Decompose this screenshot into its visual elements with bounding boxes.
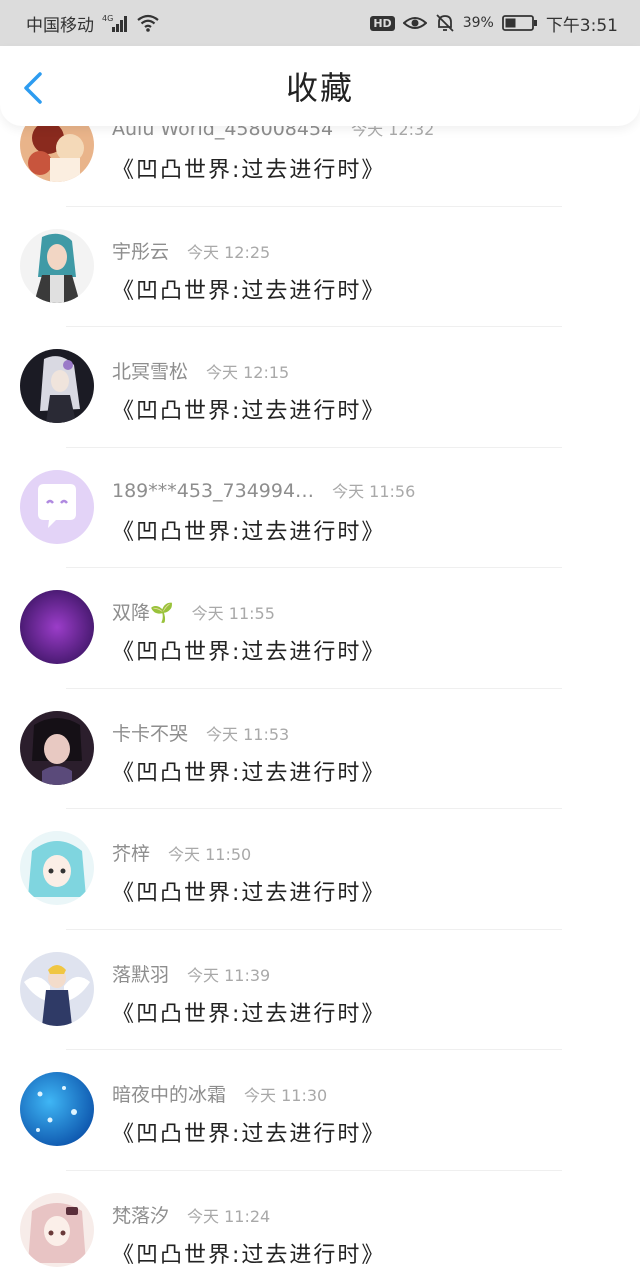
list-item[interactable]: 芥梓 今天 11:50 《凹凸世界:过去进行时》	[0, 809, 640, 930]
item-title: 《凹凸世界:过去进行时》	[112, 640, 386, 665]
avatar[interactable]	[20, 951, 94, 1026]
avatar[interactable]	[20, 831, 94, 905]
username: 卡卡不哭	[112, 722, 189, 745]
username: 梵落汐	[112, 1204, 170, 1227]
username: 双降🌱	[112, 602, 174, 624]
favorites-list[interactable]: Aulu World_458008454 今天 12:32 《凹凸世界:过去进行…	[0, 86, 640, 1280]
battery-percent: 39%	[462, 15, 494, 31]
avatar[interactable]	[20, 710, 94, 785]
avatar[interactable]	[20, 349, 94, 423]
timestamp: 今天 12:25	[187, 242, 271, 262]
item-title: 《凹凸世界:过去进行时》	[112, 881, 386, 906]
status-right: HD 39% 下午3:51	[370, 11, 618, 36]
username: 落默羽	[112, 963, 170, 986]
username: 芥梓	[112, 843, 151, 865]
avatar[interactable]	[20, 590, 94, 664]
item-meta: 双降🌱 今天 11:55	[112, 598, 275, 625]
list-item[interactable]: 宇彤云 今天 12:25 《凹凸世界:过去进行时》	[0, 207, 640, 327]
avatar[interactable]	[20, 228, 94, 303]
battery-icon	[501, 14, 538, 32]
avatar[interactable]	[20, 469, 94, 544]
list-item[interactable]: 梵落汐 今天 11:24 《凹凸世界:过去进行时》	[0, 1171, 640, 1280]
username: 北冥雪松	[112, 361, 189, 383]
item-meta: 梵落汐 今天 11:24	[112, 1201, 270, 1228]
item-title: 《凹凸世界:过去进行时》	[112, 1122, 386, 1147]
back-button[interactable]	[18, 70, 50, 106]
item-title: 《凹凸世界:过去进行时》	[112, 278, 386, 304]
avatar[interactable]	[20, 1192, 94, 1267]
item-meta: 卡卡不哭 今天 11:53	[112, 719, 289, 746]
bell-off-icon	[435, 13, 455, 33]
timestamp: 今天 11:50	[168, 845, 252, 864]
item-title: 《凹凸世界:过去进行时》	[112, 399, 386, 424]
item-meta: 落默羽 今天 11:39	[112, 960, 270, 987]
list-item[interactable]: 双降🌱 今天 11:55 《凹凸世界:过去进行时》	[0, 568, 640, 689]
item-title: 《凹凸世界:过去进行时》	[112, 760, 386, 786]
status-left: 中国移动 4G	[26, 11, 160, 36]
item-meta: 189***453_734994… 今天 11:56	[112, 478, 415, 502]
list-item[interactable]: 暗夜中的冰霜 今天 11:30 《凹凸世界:过去进行时》	[0, 1050, 640, 1171]
clock: 下午3:51	[545, 15, 618, 36]
username: 暗夜中的冰霜	[112, 1084, 227, 1106]
page-title: 收藏	[285, 69, 354, 107]
username: 宇彤云	[112, 240, 170, 263]
status-bar: 中国移动 4G HD 39% 下午3:51	[0, 0, 640, 46]
chevron-left-icon	[24, 72, 42, 104]
eye-icon	[402, 14, 427, 32]
username: 189***453_734994…	[112, 479, 315, 502]
timestamp: 今天 11:53	[206, 724, 290, 744]
list-item[interactable]: 189***453_734994… 今天 11:56 《凹凸世界:过去进行时》	[0, 448, 640, 568]
item-meta: 宇彤云 今天 12:25	[112, 237, 270, 264]
item-title: 《凹凸世界:过去进行时》	[112, 1242, 386, 1268]
timestamp: 今天 11:24	[187, 1206, 271, 1226]
list-item[interactable]: 卡卡不哭 今天 11:53 《凹凸世界:过去进行时》	[0, 689, 640, 809]
timestamp: 今天 11:30	[244, 1086, 328, 1105]
hd-badge: HD	[370, 15, 395, 31]
item-meta: 芥梓 今天 11:50	[112, 839, 251, 866]
wifi-icon	[136, 13, 160, 33]
signal-icon: 4G	[102, 13, 128, 33]
navigation-header: 收藏	[0, 46, 640, 126]
timestamp: 今天 11:56	[332, 481, 416, 501]
network-type-label: 4G	[102, 14, 113, 23]
list-item[interactable]: 北冥雪松 今天 12:15 《凹凸世界:过去进行时》	[0, 327, 640, 448]
timestamp: 今天 11:39	[187, 965, 271, 985]
timestamp: 今天 11:55	[191, 604, 275, 623]
item-title: 《凹凸世界:过去进行时》	[112, 519, 386, 545]
avatar[interactable]	[20, 1072, 94, 1146]
list-item[interactable]: 落默羽 今天 11:39 《凹凸世界:过去进行时》	[0, 930, 640, 1050]
item-meta: 暗夜中的冰霜 今天 11:30	[112, 1080, 327, 1107]
carrier-label: 中国移动	[26, 15, 94, 36]
item-meta: 北冥雪松 今天 12:15	[112, 357, 289, 384]
item-title: 《凹凸世界:过去进行时》	[112, 158, 386, 183]
item-title: 《凹凸世界:过去进行时》	[112, 1001, 386, 1027]
timestamp: 今天 12:15	[206, 363, 290, 382]
